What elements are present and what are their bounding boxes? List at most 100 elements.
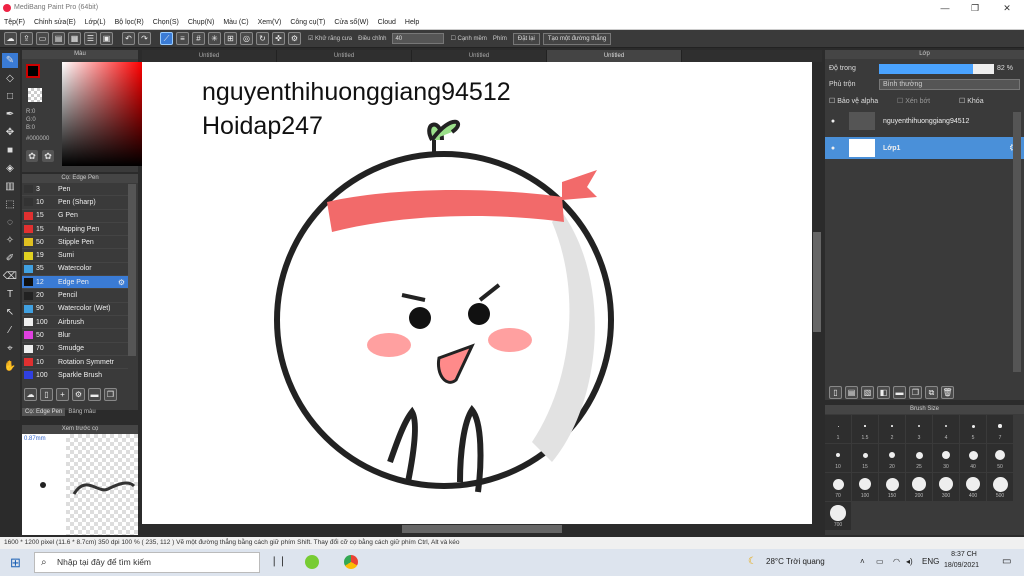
notification-icon[interactable]: ▭ [1002,556,1011,567]
layer-scrollbar[interactable] [1013,112,1021,372]
page-icon[interactable]: ▤ [52,32,65,45]
antialias-checkbox[interactable]: ☑ Khử răng cưa [308,35,352,42]
visibility-eye-icon[interactable]: ● [825,145,841,152]
brush-item[interactable]: 70 Smudge [22,343,128,356]
tab-palette[interactable]: Bảng màu [65,408,98,416]
windows-start-icon[interactable]: ⊞ [10,555,21,571]
settings-snap-icon[interactable]: ⚙ [288,32,301,45]
canvas-vertical-scrollbar[interactable] [812,62,822,524]
clock-date[interactable]: 18/09/2021 [944,562,979,569]
brush-item[interactable]: 15 Mapping Pen [22,223,128,237]
curve-snap-icon[interactable]: ↻ [256,32,269,45]
brush-size-cell[interactable]: 50 [987,444,1013,472]
alpha-protect-checkbox[interactable]: ☐ Bảo vệ alpha [829,97,878,105]
divide-tool-icon[interactable]: ⁄ [2,323,18,338]
brush-item[interactable]: 50 Blur [22,329,128,343]
app-icon-1[interactable] [305,555,319,569]
frame-icon[interactable]: ▣ [100,32,113,45]
menu-select[interactable]: Chọn(S) [153,19,179,26]
merge-layer-icon[interactable]: ⧉ [925,386,938,399]
reset-button[interactable]: Đặt lại [512,32,540,45]
gradient-tool-icon[interactable]: ▥ [2,179,18,194]
brush-size-cell[interactable]: 700 [825,502,851,530]
brush-size-cell[interactable]: 40 [960,444,986,472]
brush-settings-icon[interactable]: ⚙ [118,278,125,287]
tab-untitled-3[interactable]: Untitled [412,50,547,62]
brush-item[interactable]: 19 Sumi [22,249,128,263]
brush-tool-icon[interactable]: ✎ [2,53,18,68]
menu-cloud[interactable]: Cloud [378,19,396,26]
brush-item[interactable]: 3 Pen [22,183,128,197]
tray-chevron-icon[interactable]: ˄ [860,557,865,566]
brush-size-cell[interactable]: 200 [906,473,932,501]
minimize-button[interactable]: — [930,0,960,16]
redo-icon[interactable]: ↷ [138,32,151,45]
wifi-icon[interactable]: ◠ [893,557,900,566]
menu-tools[interactable]: Công cụ(T) [290,19,325,26]
brush-size-cell[interactable]: 1 [825,415,851,443]
menu-edit[interactable]: Chỉnh sửa(E) [34,19,76,26]
brush-size-cell[interactable]: 500 [987,473,1013,501]
list-icon[interactable]: ☰ [84,32,97,45]
drawing-canvas[interactable]: nguyenthihuonggiang94512 Hoidap247 [142,62,812,524]
operation-tool-icon[interactable]: ↖ [2,305,18,320]
rect-tool-icon[interactable]: □ [2,89,18,104]
eyedropper-tool-icon[interactable]: ⌖ [2,341,18,356]
text-tool-icon[interactable]: T [2,287,18,302]
brush-item[interactable]: 90 Watercolor (Wet) [22,303,128,316]
brush-settings-icon[interactable]: ⚙ [72,388,85,401]
brush-size-cell[interactable]: 400 [960,473,986,501]
menu-color[interactable]: Màu (C) [223,19,248,26]
tab-untitled-2[interactable]: Untitled [277,50,412,62]
menu-file[interactable]: Tệp(F) [4,19,25,26]
volume-icon[interactable]: ◂) [906,557,913,566]
straight-line-button[interactable]: Tạo một đường thẳng [542,32,612,45]
new-halftone-layer-icon[interactable]: ▤ [845,386,858,399]
brush-item[interactable]: 15 G Pen [22,210,128,223]
new-8bit-layer-icon[interactable]: ▧ [861,386,874,399]
duplicate-layer-icon[interactable]: ❐ [909,386,922,399]
tab-untitled-4[interactable]: Untitled [547,50,682,62]
maximize-button[interactable]: ❐ [960,0,990,16]
brush-item[interactable]: 35 Watercolor [22,263,128,277]
brush-cloud-icon[interactable]: ☁ [24,388,37,401]
bucket-tool-icon[interactable]: ◈ [2,161,18,176]
brush-size-cell[interactable]: 70 [825,473,851,501]
select-tool-icon[interactable]: ⬚ [2,197,18,212]
eraser-tool-icon[interactable]: ◇ [2,71,18,86]
saturation-value-picker[interactable] [62,62,142,166]
brush-size-cell[interactable]: 30 [933,444,959,472]
brush-add-icon[interactable]: + [56,388,69,401]
menu-window[interactable]: Cửa sổ(W) [334,19,368,26]
grid-snap-icon[interactable]: ⊞ [224,32,237,45]
delete-layer-icon[interactable]: 🗑 [941,386,954,399]
brush-item[interactable]: 20 Pencil [22,289,128,303]
menu-filter[interactable]: Bộ lọc(R) [115,19,144,26]
pen-tool-icon[interactable]: ✒ [2,107,18,122]
tab-untitled-1[interactable]: Untitled [142,50,277,62]
brush-item[interactable]: 100 Sparkle Brush [22,369,128,381]
menu-snap[interactable]: Chụp(N) [188,19,214,26]
eyedrop-color-icon[interactable]: ✿ [42,150,54,162]
blend-select[interactable]: Bình thường [879,79,1020,90]
layer-row-text[interactable]: ● nguyenthihuonggiang94512 [825,110,1024,132]
brush-item[interactable]: 12 Edge Pen ⚙ [22,276,128,290]
brush-folder-icon[interactable]: ▬ [88,388,101,401]
foreground-color-swatch[interactable] [26,64,40,78]
brush-size-cell[interactable]: 7 [987,415,1013,443]
network-icon[interactable]: ▭ [876,557,884,566]
select-pen-icon[interactable]: ✐ [2,251,18,266]
perspective-snap-icon[interactable]: ✜ [272,32,285,45]
correction-select[interactable]: 40 [392,33,445,44]
magic-wand-icon[interactable]: ✧ [2,233,18,248]
move-tool-icon[interactable]: ✥ [2,125,18,140]
brush-size-cell[interactable]: 300 [933,473,959,501]
layer-folder-icon[interactable]: ▬ [893,386,906,399]
chat-icon[interactable]: ▭ [36,32,49,45]
brush-item[interactable]: 50 Stipple Pen [22,236,128,250]
clip-checkbox[interactable]: ☐ Xén bớt [897,97,930,105]
brush-size-cell[interactable]: 150 [879,473,905,501]
brush-size-cell[interactable]: 5 [960,415,986,443]
lock-checkbox[interactable]: ☐ Khóa [959,97,984,105]
clock-time[interactable]: 8:37 CH [948,551,980,558]
